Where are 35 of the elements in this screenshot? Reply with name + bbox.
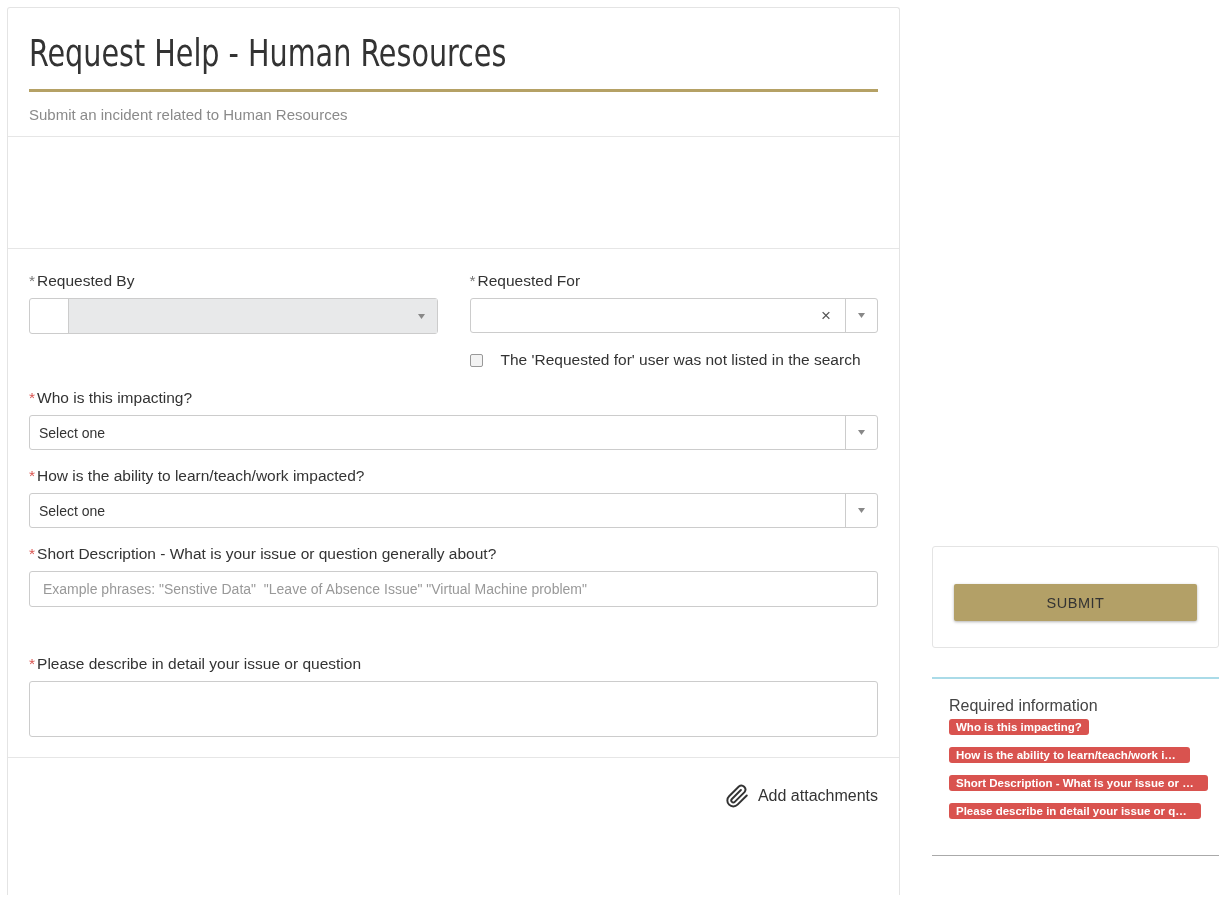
text-input[interactable]: Example phrases: "Senstive Data" "Leave of Absence Issue" "Virtual Machine problem"	[29, 571, 878, 607]
paperclip-icon	[723, 783, 750, 809]
page-title: Request Help - Human Resources	[29, 32, 508, 76]
submit-button[interactable]: SUBMIT	[954, 584, 1197, 621]
required-tag[interactable]: How is the ability to learn/teach/work i…	[949, 747, 1190, 763]
field-label: Requested For	[477, 272, 581, 290]
field-label: How is the ability to learn/teach/work impacted?	[37, 467, 365, 485]
field-label: Short Description - What is your issue or question generally about?	[37, 545, 497, 563]
required-tag[interactable]: Short Description - What is your issue or …	[949, 775, 1208, 791]
reference-field[interactable]: ×	[469, 298, 878, 333]
field-label: Requested By	[37, 272, 135, 290]
required-mark: *	[469, 272, 476, 290]
field-label: Please describe in detail your issue or question	[37, 655, 361, 673]
dropdown-arrow-icon	[417, 313, 425, 319]
required-title: Required information	[949, 697, 1099, 715]
field-label: Who is this impacting?	[37, 389, 193, 407]
dropdown-arrow-icon	[858, 508, 865, 513]
dropdown-arrow-icon	[858, 313, 865, 318]
select-field[interactable]: Select one	[29, 493, 878, 528]
checkbox-label: The 'Requested for' user was not listed in the search	[500, 351, 861, 369]
required-mark: *	[29, 272, 36, 290]
required-mark: *	[29, 655, 36, 673]
text-area[interactable]	[29, 681, 878, 737]
lookup-field[interactable]	[29, 298, 438, 334]
required-mark: *	[29, 467, 36, 485]
required-mark: *	[29, 545, 36, 563]
required-tag[interactable]: Who is this impacting?	[949, 719, 1089, 735]
dropdown-arrow-icon	[858, 430, 865, 435]
clear-button[interactable]: ×	[821, 305, 831, 326]
add-attachments-link[interactable]: Add attachments	[723, 783, 878, 809]
required-mark: *	[29, 389, 36, 407]
required-tag[interactable]: Please describe in detail your issue or q…	[949, 803, 1201, 819]
checkbox[interactable]	[469, 353, 483, 367]
page-subtitle: Submit an incident related to Human Resources	[29, 105, 349, 125]
select-field[interactable]: Select one	[29, 415, 878, 450]
